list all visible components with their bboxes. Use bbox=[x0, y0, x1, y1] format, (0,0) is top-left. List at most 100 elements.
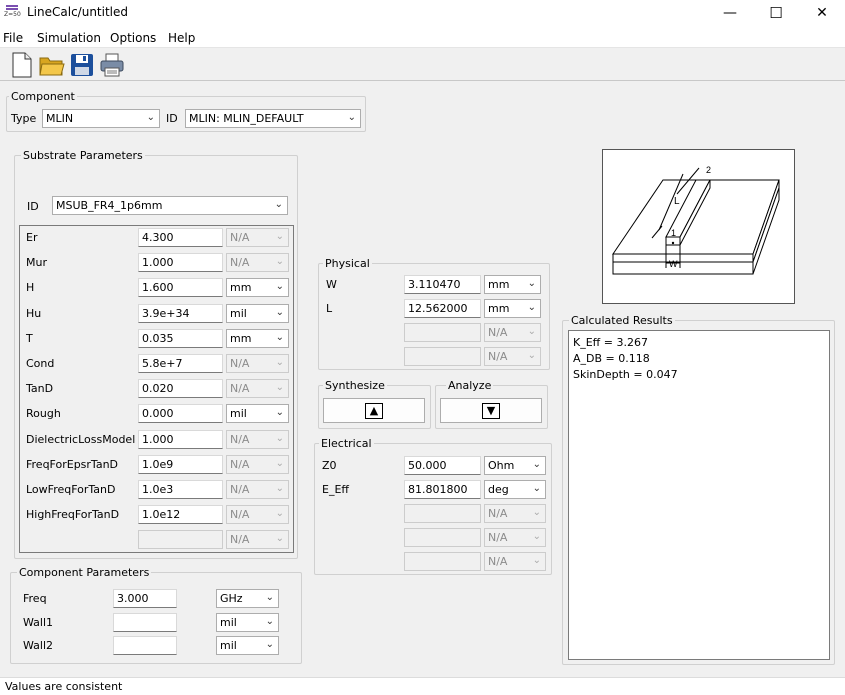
unit-select: N/A ⌄ bbox=[484, 504, 546, 523]
type-select[interactable]: MLIN ⌄ bbox=[42, 109, 160, 128]
title-bar: Z=50 LineCalc/untitled — ☐ ✕ bbox=[0, 0, 845, 26]
unit-value: N/A bbox=[230, 483, 250, 496]
save-button[interactable] bbox=[68, 51, 96, 79]
unit-select: N/A ⌄ bbox=[226, 228, 289, 247]
param-value-field[interactable]: 1.0e3 bbox=[138, 480, 223, 499]
unit-select: N/A ⌄ bbox=[484, 323, 541, 342]
close-button[interactable]: ✕ bbox=[799, 0, 845, 26]
param-label: Cond bbox=[26, 357, 55, 370]
param-value-field[interactable]: 1.0e12 bbox=[138, 505, 223, 525]
result-line: K_Eff = 3.267 bbox=[573, 336, 648, 349]
param-value-field[interactable] bbox=[113, 612, 177, 632]
param-value-field[interactable]: 1.600 bbox=[138, 278, 223, 298]
print-button[interactable] bbox=[98, 51, 126, 79]
menu-simulation[interactable]: Simulation bbox=[37, 31, 101, 45]
chevron-down-icon: ⌄ bbox=[275, 331, 284, 343]
port1-label: 1 bbox=[671, 228, 676, 238]
unit-select: N/A ⌄ bbox=[226, 429, 289, 449]
param-value-field[interactable]: 50.000 bbox=[404, 456, 481, 475]
chevron-down-icon: ⌄ bbox=[275, 256, 284, 268]
unit-select: N/A ⌄ bbox=[226, 253, 289, 273]
unit-value: mm bbox=[488, 302, 510, 315]
unit-value: N/A bbox=[230, 508, 250, 522]
unit-select[interactable]: mil ⌄ bbox=[216, 612, 279, 632]
result-line: SkinDepth = 0.047 bbox=[573, 368, 678, 381]
param-value-field[interactable]: 3.000 bbox=[113, 589, 177, 608]
menu-file[interactable]: File bbox=[3, 31, 23, 45]
param-value-field bbox=[404, 504, 481, 523]
unit-select[interactable]: mil ⌄ bbox=[216, 636, 279, 655]
unit-value: mil bbox=[220, 639, 237, 652]
param-value-field[interactable]: 1.000 bbox=[138, 253, 223, 273]
substrate-id-select[interactable]: MSUB_FR4_1p6mm ⌄ bbox=[52, 196, 288, 215]
param-label: L bbox=[326, 302, 333, 315]
window-title: LineCalc/untitled bbox=[27, 5, 129, 19]
print-icon bbox=[100, 53, 124, 77]
length-label: L bbox=[674, 196, 680, 207]
chevron-down-icon: ⌄ bbox=[275, 306, 284, 318]
param-value-field[interactable]: 0.000 bbox=[138, 404, 223, 424]
param-value-field[interactable]: 12.562000 bbox=[404, 299, 481, 318]
param-label: Er bbox=[26, 231, 38, 244]
open-folder-icon bbox=[39, 57, 65, 76]
param-value-field[interactable]: 1.0e9 bbox=[138, 454, 223, 474]
unit-value: mil bbox=[220, 615, 237, 629]
unit-select[interactable]: mil ⌄ bbox=[226, 303, 289, 323]
component-params-group-label: Component Parameters bbox=[17, 566, 152, 579]
param-value-field[interactable] bbox=[113, 636, 177, 655]
unit-value: N/A bbox=[488, 326, 508, 339]
maximize-button[interactable]: ☐ bbox=[753, 0, 799, 26]
chevron-down-icon: ⌄ bbox=[527, 326, 536, 337]
param-value-field bbox=[138, 530, 223, 550]
unit-select[interactable]: Ohm ⌄ bbox=[484, 456, 546, 475]
param-value-field[interactable]: 3.110470 bbox=[404, 275, 481, 294]
param-value-field[interactable]: 0.020 bbox=[138, 379, 223, 399]
microstrip-drawing: 2 1 L W bbox=[612, 165, 780, 275]
unit-select[interactable]: mm ⌄ bbox=[226, 328, 289, 348]
menu-help[interactable]: Help bbox=[168, 31, 195, 45]
param-value-field[interactable]: 4.300 bbox=[138, 228, 223, 247]
chevron-down-icon: ⌄ bbox=[532, 507, 541, 518]
param-value-field[interactable]: 81.801800 bbox=[404, 480, 481, 499]
unit-select: N/A ⌄ bbox=[226, 505, 289, 525]
analyze-button[interactable]: ▼ bbox=[440, 398, 542, 423]
unit-select: N/A ⌄ bbox=[484, 552, 546, 571]
param-value-field[interactable]: 3.9e+34 bbox=[138, 303, 223, 323]
menu-options[interactable]: Options bbox=[110, 31, 156, 45]
unit-value: Ohm bbox=[488, 459, 515, 472]
param-label: TanD bbox=[26, 382, 54, 396]
chevron-down-icon: ⌄ bbox=[265, 592, 274, 603]
param-value-field[interactable]: 5.8e+7 bbox=[138, 354, 223, 373]
component-id-select[interactable]: MLIN: MLIN_DEFAULT ⌄ bbox=[185, 109, 361, 128]
unit-select[interactable]: GHz ⌄ bbox=[216, 589, 279, 608]
chevron-down-icon: ⌄ bbox=[275, 508, 284, 520]
unit-select[interactable]: mm ⌄ bbox=[484, 275, 541, 294]
unit-select[interactable]: mm ⌄ bbox=[226, 278, 289, 298]
unit-select[interactable]: mm ⌄ bbox=[484, 299, 541, 318]
unit-select: N/A ⌄ bbox=[484, 347, 541, 366]
unit-select[interactable]: deg ⌄ bbox=[484, 480, 546, 499]
synthesize-button[interactable]: ▲ bbox=[323, 398, 425, 423]
unit-value: GHz bbox=[220, 592, 243, 605]
electrical-group-label: Electrical bbox=[319, 437, 374, 450]
chevron-down-icon: ⌄ bbox=[275, 281, 284, 293]
unit-value: mm bbox=[230, 281, 252, 295]
param-value-field[interactable]: 1.000 bbox=[138, 429, 223, 449]
param-value-field[interactable]: 0.035 bbox=[138, 328, 223, 348]
unit-select[interactable]: mil ⌄ bbox=[226, 404, 289, 424]
unit-value: deg bbox=[488, 483, 509, 496]
param-value-field bbox=[404, 347, 481, 366]
menu-bar: File Simulation Options Help bbox=[0, 26, 845, 48]
param-label: H bbox=[26, 281, 35, 295]
minimize-button[interactable]: — bbox=[707, 0, 753, 26]
new-file-button[interactable] bbox=[8, 51, 36, 79]
microstrip-diagram: 2 1 L W bbox=[602, 149, 795, 304]
chevron-down-icon: ⌄ bbox=[347, 112, 356, 123]
unit-select: N/A ⌄ bbox=[226, 454, 289, 474]
open-button[interactable] bbox=[38, 51, 66, 79]
param-label: Wall2 bbox=[23, 639, 54, 652]
unit-value: N/A bbox=[230, 382, 250, 396]
unit-select: N/A ⌄ bbox=[226, 480, 289, 499]
unit-value: N/A bbox=[230, 457, 250, 471]
arrow-up-icon: ▲ bbox=[365, 402, 383, 419]
